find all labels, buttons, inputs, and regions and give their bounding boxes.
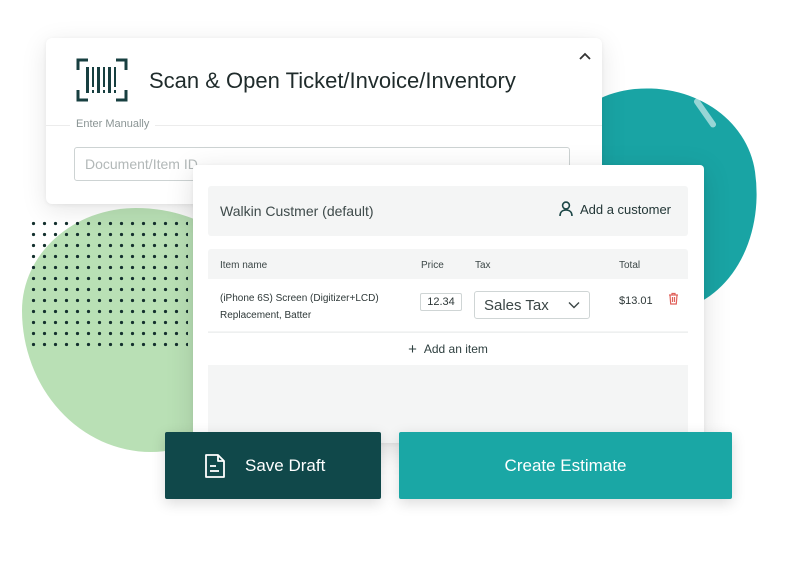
- price-input[interactable]: 12.34: [420, 293, 462, 311]
- create-estimate-label: Create Estimate: [504, 456, 627, 475]
- column-header-item-name: Item name: [220, 260, 268, 271]
- tax-select-value: Sales Tax: [484, 297, 549, 314]
- enter-manually-label: Enter Manually: [70, 118, 156, 130]
- add-item-row: + Add an item: [208, 332, 688, 365]
- table-row: (iPhone 6S) Screen (Digitizer+LCD) Repla…: [208, 279, 688, 331]
- add-customer-label: Add a customer: [579, 201, 671, 217]
- column-header-price: Price: [421, 260, 444, 271]
- chevron-up-icon[interactable]: [577, 48, 593, 64]
- trash-icon[interactable]: [668, 292, 679, 305]
- add-item-label: Add an item: [423, 342, 488, 356]
- create-estimate-button[interactable]: Create Estimate: [399, 432, 732, 499]
- add-item-button[interactable]: + Add an item: [208, 333, 688, 365]
- plus-icon: +: [408, 340, 417, 358]
- user-icon: [559, 201, 573, 217]
- document-icon: [205, 454, 225, 478]
- scan-title: Scan & Open Ticket/Invoice/Inventory: [149, 68, 516, 93]
- save-draft-label: Save Draft: [245, 456, 326, 475]
- row-total: $13.01: [619, 295, 653, 307]
- add-customer-button[interactable]: Add a customer: [559, 201, 671, 217]
- chevron-down-icon: [568, 302, 580, 309]
- column-header-tax: Tax: [475, 260, 491, 271]
- customer-bar: Walkin Custmer (default) Add a customer: [208, 186, 688, 236]
- item-name: (iPhone 6S) Screen (Digitizer+LCD) Repla…: [220, 293, 379, 321]
- items-table: Item name Price Tax Total (iPhone 6S) Sc…: [208, 249, 688, 443]
- column-header-total: Total: [619, 260, 641, 271]
- barcode-icon: [76, 58, 128, 102]
- save-draft-button[interactable]: Save Draft: [165, 432, 381, 499]
- dot-pattern: [28, 218, 188, 350]
- tax-select[interactable]: Sales Tax: [474, 291, 590, 319]
- customer-name: Walkin Custmer (default): [220, 203, 374, 219]
- estimate-card: Walkin Custmer (default) Add a customer …: [193, 165, 704, 443]
